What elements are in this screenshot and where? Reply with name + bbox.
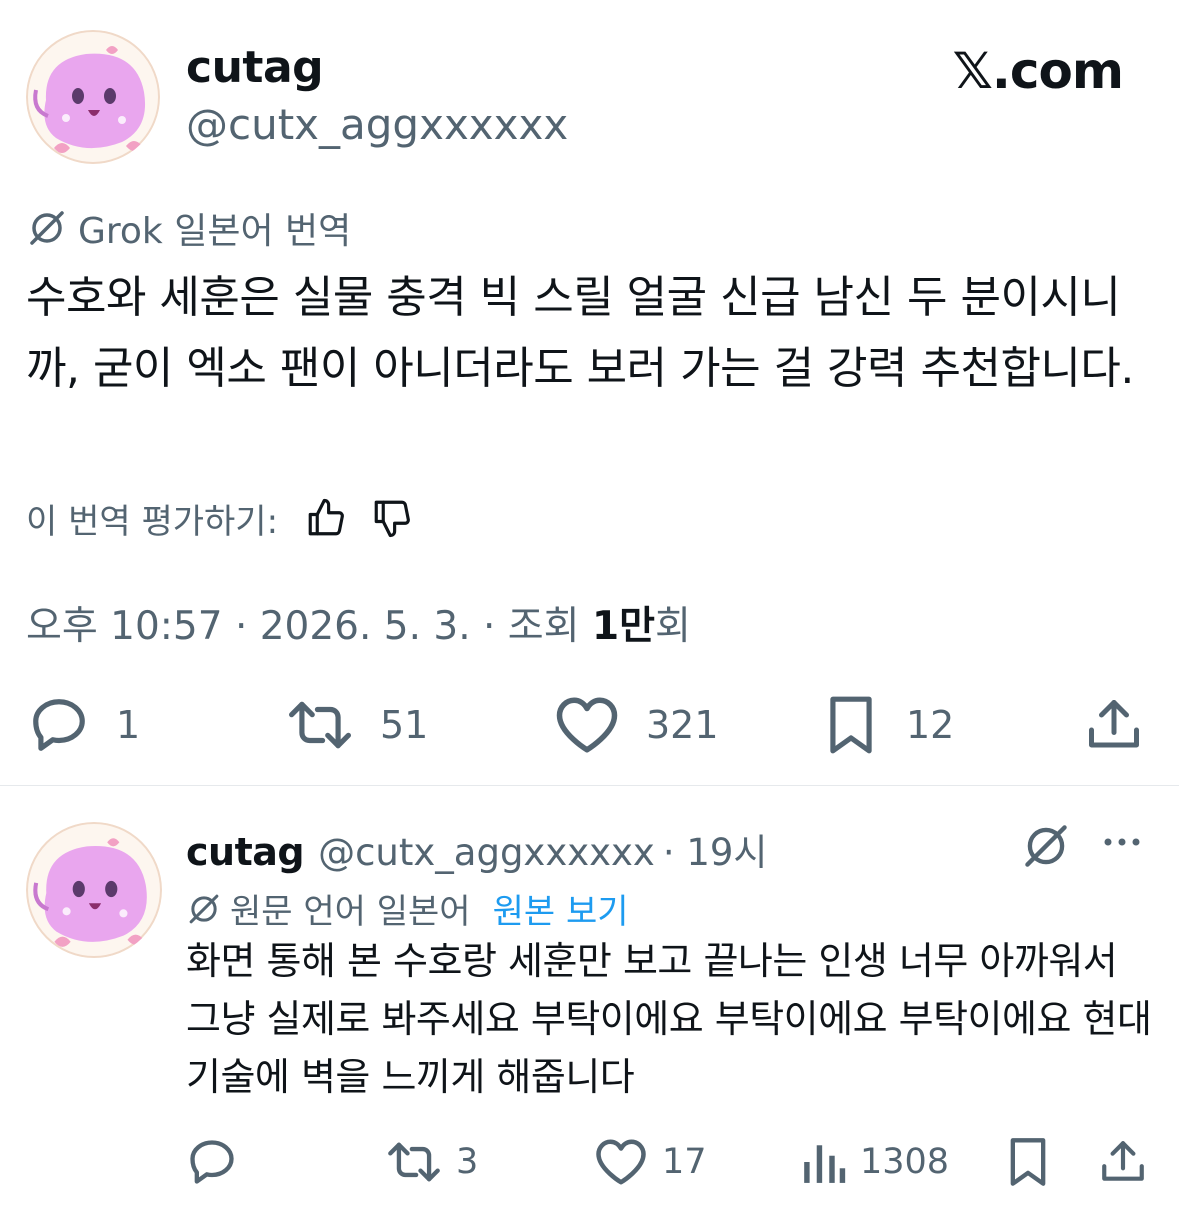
reply-reply-button[interactable] xyxy=(186,1136,238,1188)
share-icon xyxy=(1098,1136,1148,1188)
reply-retweet-count: 3 xyxy=(456,1142,479,1182)
reply-author-name[interactable]: cutag xyxy=(186,830,305,874)
bookmark-icon xyxy=(1004,1136,1052,1188)
analytics-icon xyxy=(800,1136,846,1188)
author-avatar[interactable] xyxy=(26,30,160,164)
view-count: 1만 xyxy=(591,604,655,649)
reply-share-button[interactable] xyxy=(1098,1136,1148,1188)
author-handle[interactable]: @cutx_aggxxxxxx xyxy=(186,100,568,149)
avatar-illustration xyxy=(26,30,160,164)
tweet-text: 수호와 세훈은 실물 충격 빅 스릴 얼굴 신급 남신 두 분이시니까, 굳이 … xyxy=(26,272,1134,394)
like-button[interactable]: 321 xyxy=(554,694,719,756)
original-language-label: 원문 언어 일본어 xyxy=(230,892,471,932)
grok-icon[interactable] xyxy=(1020,820,1072,872)
grok-icon xyxy=(26,207,68,249)
grok-icon xyxy=(186,891,222,927)
divider xyxy=(0,785,1179,786)
heart-icon xyxy=(554,694,620,756)
reply-author-handle[interactable]: @cutx_aggxxxxxx xyxy=(318,831,655,874)
reply-author-avatar[interactable] xyxy=(26,822,162,958)
reply-button[interactable]: 1 xyxy=(28,694,140,756)
reply-retweet-button[interactable]: 3 xyxy=(386,1136,478,1188)
reply-icon xyxy=(28,694,90,756)
brand-logo: 𝕏.com xyxy=(952,42,1124,100)
retweet-icon xyxy=(386,1136,442,1188)
retweet-icon xyxy=(286,694,354,756)
grok-translation-label: Grok 일본어 번역 xyxy=(26,202,351,254)
reply-view-count: 1308 xyxy=(860,1142,950,1182)
view-suffix: 회 xyxy=(654,604,691,649)
reply-like-count: 17 xyxy=(662,1142,707,1182)
rate-label: 이 번역 평가하기: xyxy=(26,501,279,542)
reply-time[interactable]: · 19시 xyxy=(663,822,768,876)
grok-label-text: Grok 일본어 번역 xyxy=(78,211,352,252)
reply-header: cutag @cutx_aggxxxxxx · 19시 xyxy=(186,822,767,876)
reply-icon xyxy=(186,1136,238,1188)
retweet-count: 51 xyxy=(380,703,429,747)
bookmark-button[interactable]: 12 xyxy=(822,694,954,756)
share-button[interactable] xyxy=(1084,694,1144,756)
author-name[interactable]: cutag xyxy=(186,42,324,93)
bookmark-count: 12 xyxy=(906,703,955,747)
reply-translation-label: 원문 언어 일본어 원본 보기 xyxy=(186,884,629,933)
share-icon xyxy=(1084,694,1144,756)
reply-bookmark-button[interactable] xyxy=(1004,1136,1052,1188)
reply-like-button[interactable]: 17 xyxy=(594,1136,707,1188)
like-count: 321 xyxy=(646,703,719,747)
reply-views-button[interactable]: 1308 xyxy=(800,1136,949,1188)
tweet-timestamp[interactable]: 오후 10:57 · 2026. 5. 3. · 조회 xyxy=(26,604,592,649)
avatar-illustration xyxy=(26,822,162,958)
tweet-meta: 오후 10:57 · 2026. 5. 3. · 조회 1만회 xyxy=(26,595,691,651)
thumbs-down-icon[interactable] xyxy=(366,492,418,544)
reply-text: 화면 통해 본 수호랑 세훈만 보고 끝나는 인생 너무 아까워서 그냥 실제로… xyxy=(186,939,1152,1099)
retweet-button[interactable]: 51 xyxy=(286,694,428,756)
bookmark-icon xyxy=(822,694,880,756)
more-options-icon[interactable] xyxy=(1100,830,1144,854)
heart-icon xyxy=(594,1136,648,1188)
view-original-link[interactable]: 원본 보기 xyxy=(493,884,629,933)
thumbs-up-icon[interactable] xyxy=(300,492,352,544)
rate-translation: 이 번역 평가하기: xyxy=(26,492,418,544)
reply-count: 1 xyxy=(116,703,141,747)
